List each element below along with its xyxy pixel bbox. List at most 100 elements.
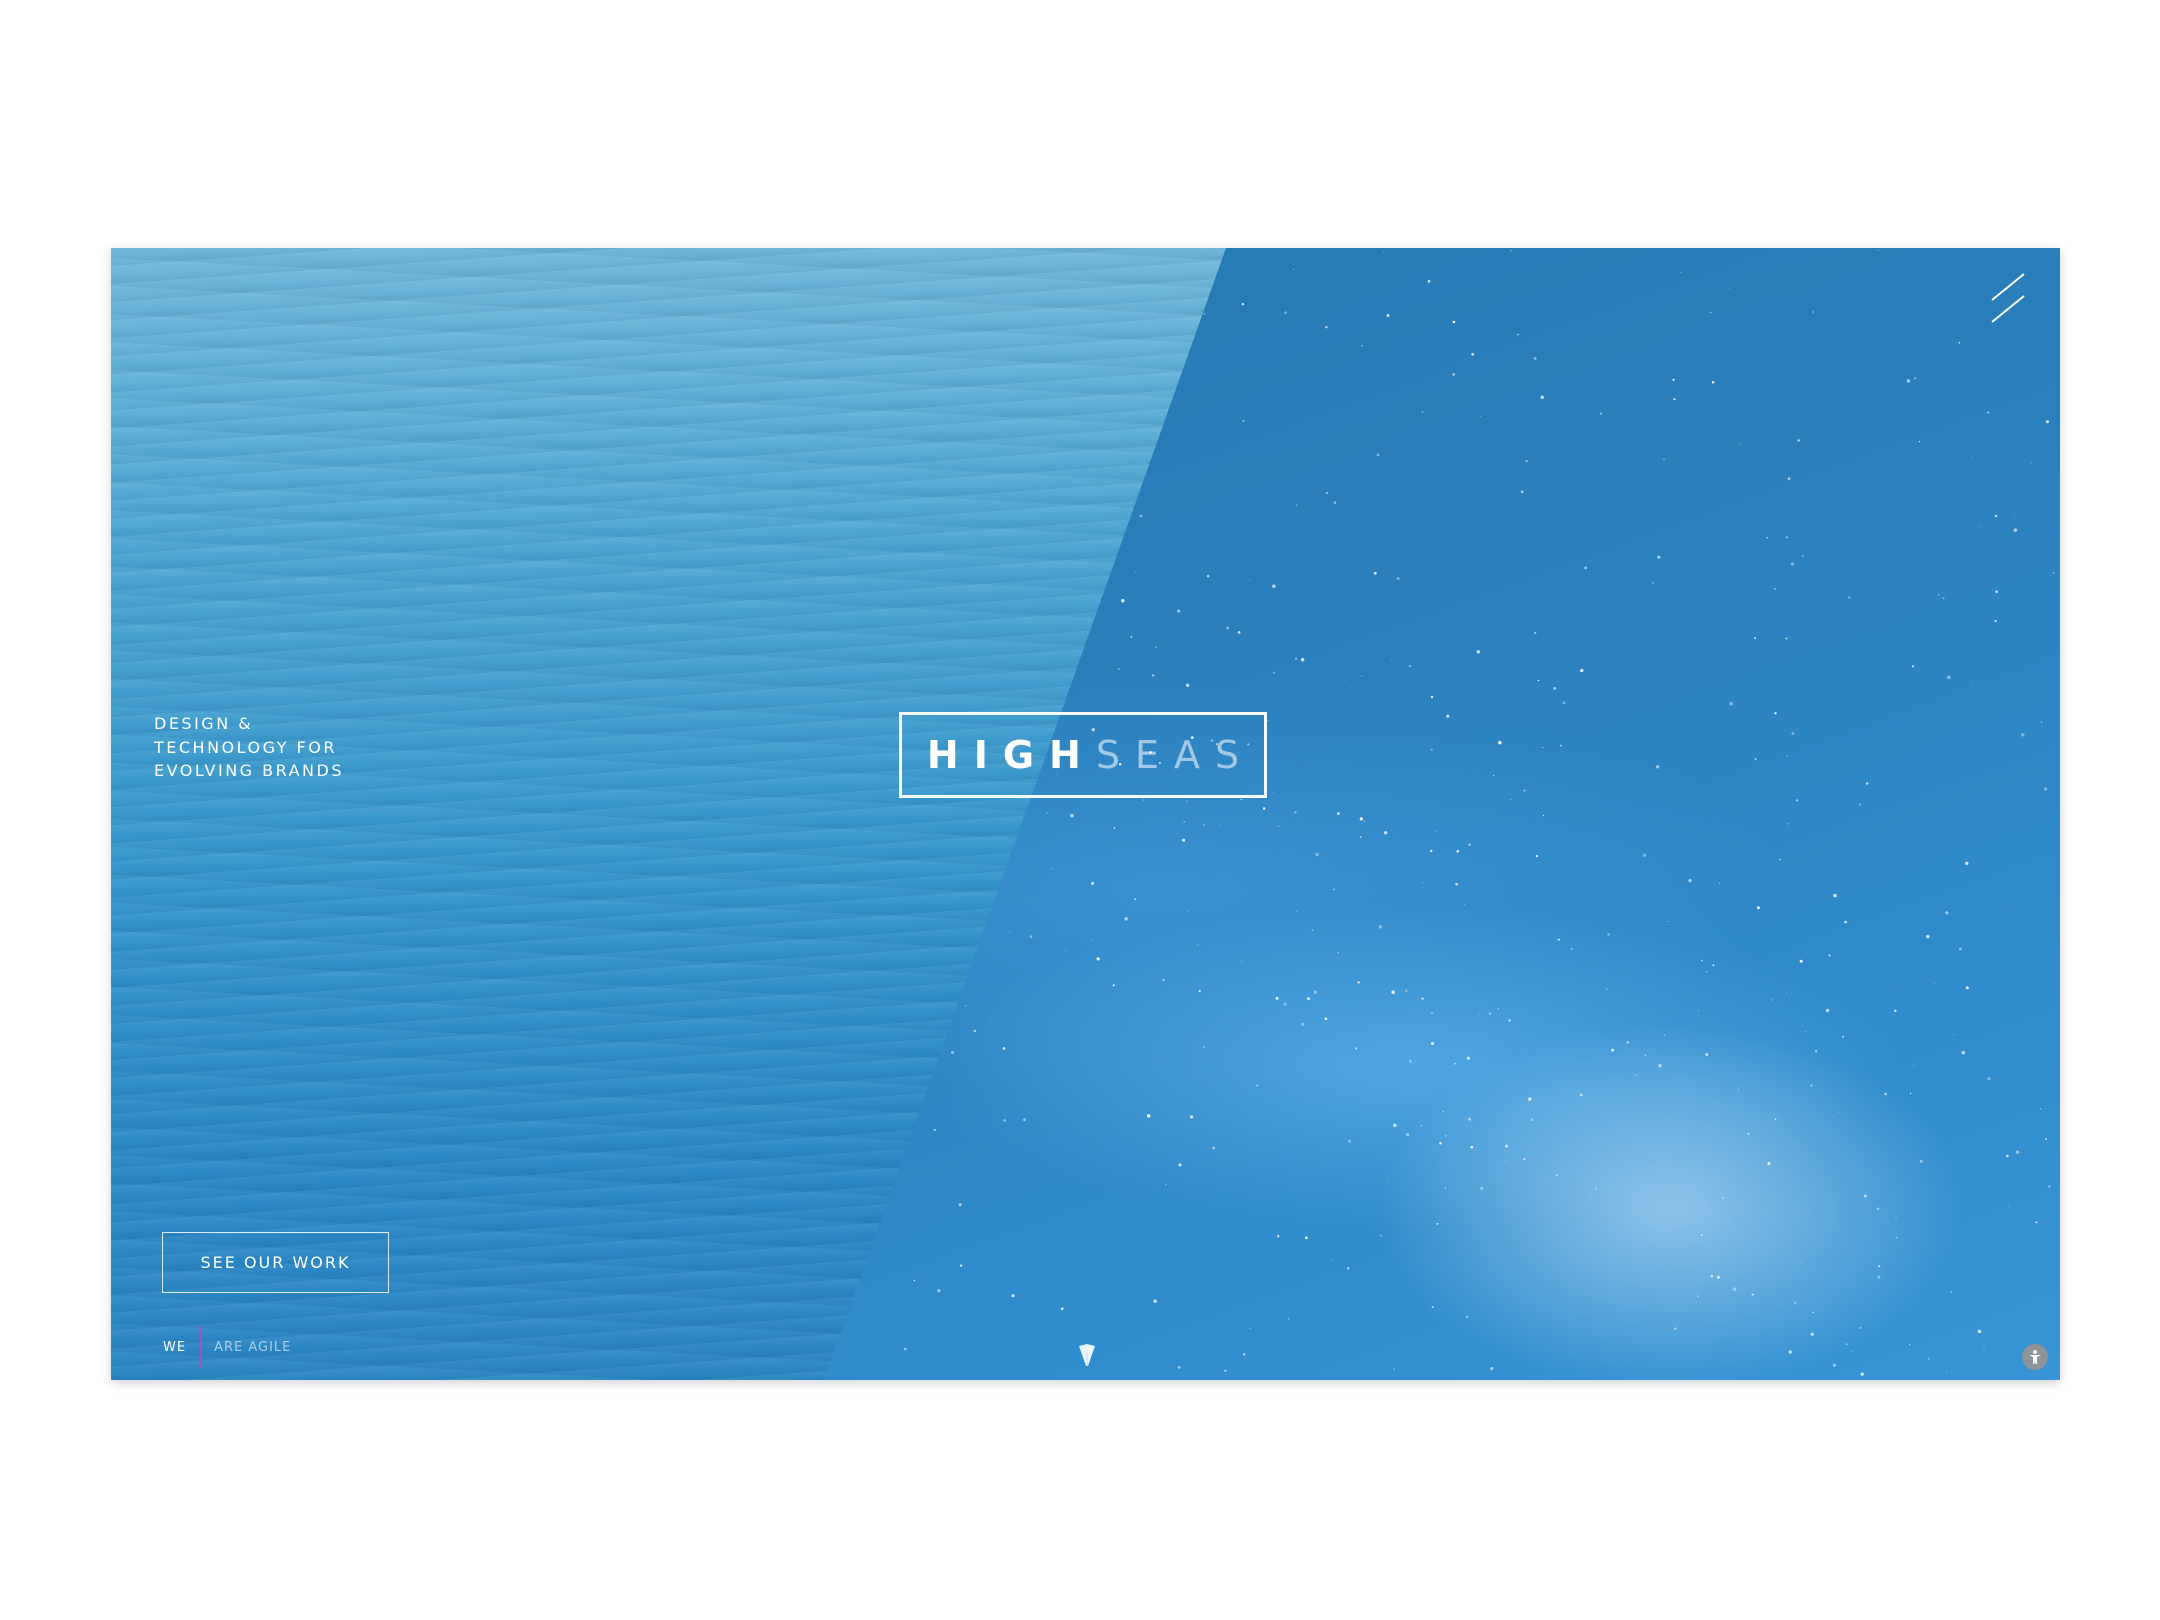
star: [1599, 412, 1603, 415]
star: [1384, 1298, 1386, 1300]
accessibility-icon[interactable]: [2022, 1344, 2048, 1370]
star: [1859, 1326, 1862, 1329]
star: [1391, 660, 1393, 662]
star: [958, 1203, 962, 1207]
star: [2021, 733, 2025, 737]
star: [1492, 775, 1495, 777]
star: [1408, 1059, 1412, 1063]
scroll-down-arrow-icon[interactable]: [1077, 1342, 1097, 1368]
star: [1165, 1184, 1167, 1186]
star: [1774, 712, 1777, 715]
star: [1718, 882, 1721, 885]
star: [1212, 1146, 1216, 1150]
star: [1828, 954, 1831, 957]
star: [1737, 1088, 1740, 1090]
brand-logo[interactable]: HIGH SEAS: [899, 712, 1267, 798]
star: [1711, 380, 1715, 384]
star: [1688, 879, 1692, 883]
star: [1508, 1019, 1511, 1022]
star: [1933, 982, 1935, 984]
star: [1134, 571, 1137, 573]
star: [1673, 398, 1676, 401]
star: [1833, 893, 1837, 898]
star: [1553, 687, 1557, 690]
star: [2013, 528, 2018, 532]
star: [1436, 1223, 1439, 1225]
star: [1812, 311, 1814, 313]
see-our-work-button[interactable]: SEE OUR WORK: [162, 1232, 389, 1293]
star: [1452, 320, 1456, 324]
star: [1376, 453, 1380, 457]
star: [1804, 1031, 1806, 1033]
star: [1226, 626, 1229, 630]
star: [1480, 1186, 1484, 1190]
star: [1844, 920, 1847, 924]
star: [1722, 1197, 1724, 1199]
star: [1958, 341, 1961, 344]
star: [1296, 504, 1298, 506]
star: [1663, 1034, 1666, 1036]
star: [1785, 637, 1788, 640]
star: [2015, 1150, 2020, 1154]
star: [1242, 420, 1245, 423]
star: [1802, 555, 1804, 557]
star: [1876, 1207, 1880, 1211]
star: [1555, 1174, 1558, 1177]
star: [903, 1347, 907, 1351]
star: [1911, 665, 1914, 668]
star: [1003, 1119, 1006, 1122]
star: [1797, 1142, 1799, 1144]
star: [1219, 825, 1222, 827]
star: [1470, 1145, 1474, 1149]
star: [1357, 981, 1360, 984]
star: [1912, 1064, 1914, 1066]
star: [1528, 1097, 1532, 1101]
star: [1626, 1040, 1630, 1044]
star: [1909, 1092, 1912, 1095]
star: [1178, 1163, 1182, 1167]
star: [1124, 917, 1128, 921]
star: [1945, 911, 1949, 915]
star: [1324, 1017, 1328, 1021]
star: [1847, 596, 1851, 599]
rotating-statement: WE ARE AGILE: [163, 1326, 291, 1368]
star: [1420, 1124, 1422, 1127]
star: [1162, 978, 1165, 982]
star: [1767, 1162, 1771, 1166]
star: [913, 1279, 916, 1282]
star: [1240, 798, 1243, 801]
star: [1534, 631, 1537, 635]
star: [1510, 798, 1512, 801]
star: [1333, 501, 1337, 504]
star: [1331, 1259, 1333, 1261]
star: [1950, 1290, 1953, 1294]
star: [1797, 439, 1800, 442]
menu-slashes-icon[interactable]: [1986, 270, 2030, 326]
star: [1315, 852, 1319, 857]
star: [1945, 1370, 1948, 1373]
star: [1531, 1118, 1534, 1121]
star: [1995, 590, 1998, 594]
star: [1256, 1084, 1259, 1087]
star: [1845, 1343, 1848, 1345]
star: [1523, 1158, 1526, 1160]
star: [1406, 1133, 1410, 1137]
statement-divider: [200, 1326, 203, 1368]
star: [1090, 881, 1095, 886]
star: [1953, 1034, 1955, 1036]
star: [1999, 905, 2001, 907]
star: [1185, 800, 1188, 803]
star: [1729, 701, 1733, 706]
star: [1009, 931, 1011, 933]
star: [1537, 679, 1540, 682]
star: [1091, 939, 1093, 940]
star: [1696, 1295, 1699, 1298]
star: [1152, 674, 1155, 677]
star: [1350, 687, 1352, 688]
star: [1793, 1301, 1797, 1305]
star: [1456, 849, 1460, 853]
star: [1535, 854, 1539, 858]
star: [1262, 807, 1266, 810]
star: [2048, 1185, 2051, 1188]
star: [1965, 986, 1969, 990]
